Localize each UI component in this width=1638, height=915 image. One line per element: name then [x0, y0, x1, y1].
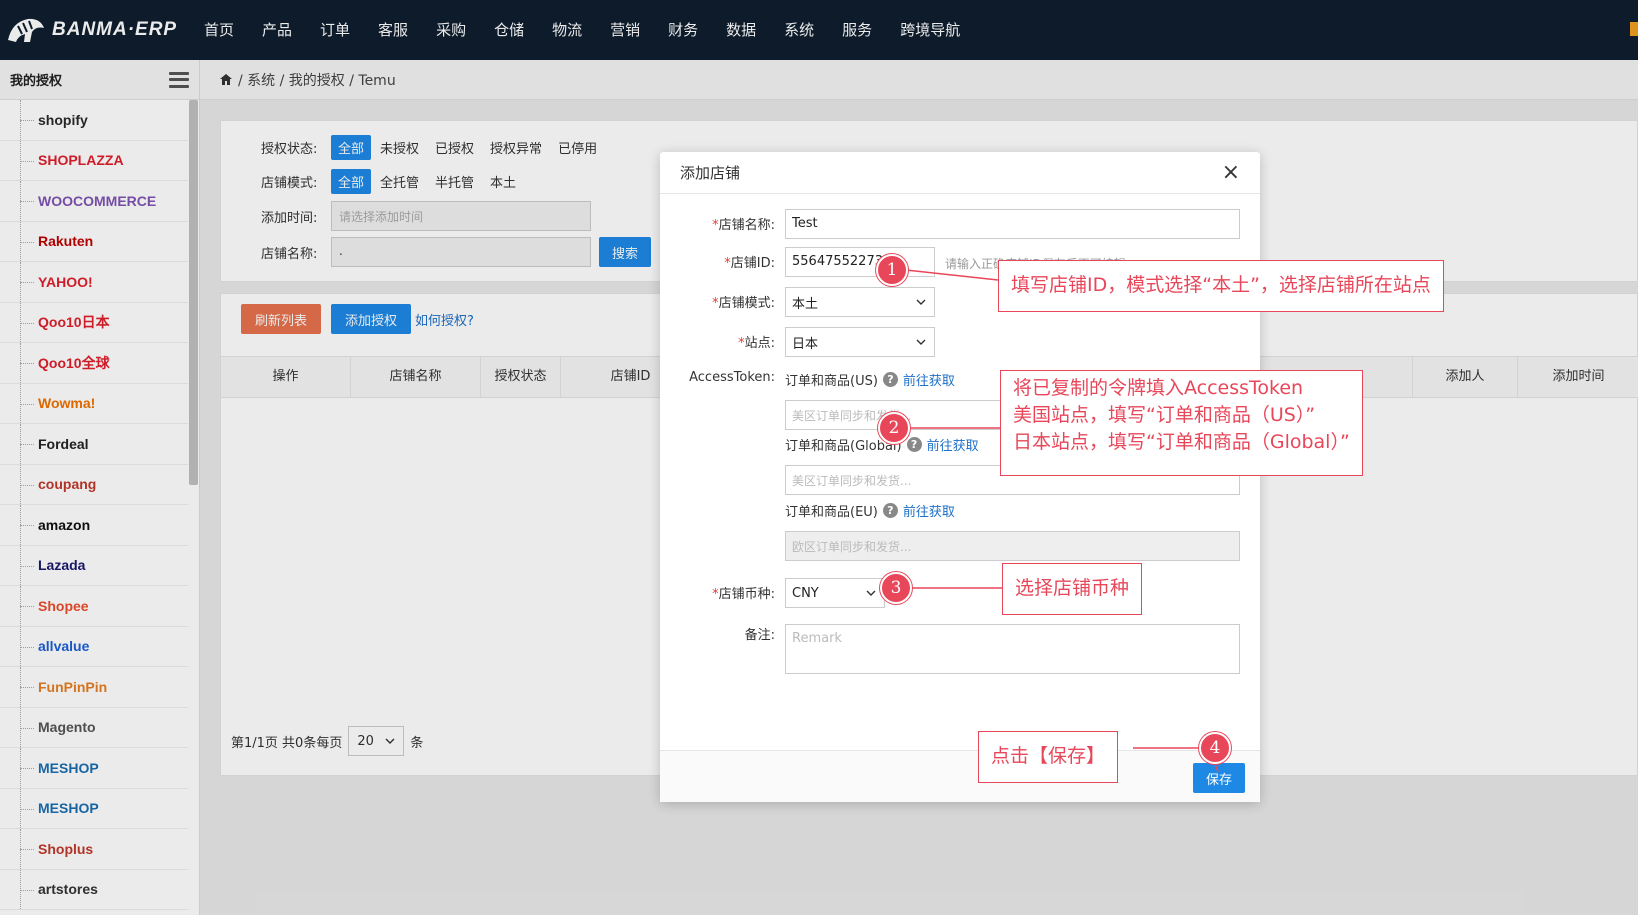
- site-select[interactable]: 日本: [785, 327, 935, 357]
- remark-textarea[interactable]: Remark: [785, 624, 1240, 674]
- token-eu-input: 欧区订单同步和发货...: [785, 531, 1240, 561]
- remark-label: 备注:: [744, 628, 775, 643]
- chevron-down-icon: [916, 339, 926, 345]
- shop-name-label: *店铺名称:: [712, 218, 775, 233]
- token-eu-get-link[interactable]: 前往获取: [903, 501, 955, 520]
- help-icon[interactable]: ?: [882, 372, 898, 387]
- save-button[interactable]: 保存: [1193, 763, 1245, 793]
- modal-footer: 保存: [660, 750, 1260, 802]
- annotation-step-2-line: 将已复制的令牌填入AccessToken: [1013, 377, 1304, 399]
- help-icon[interactable]: ?: [906, 437, 922, 452]
- shop-mode-label: *店铺模式:: [712, 296, 775, 311]
- shop-id-label: *店铺ID:: [724, 256, 775, 271]
- modal-header: 添加店铺 ×: [660, 152, 1260, 194]
- site-label: *站点:: [738, 336, 775, 351]
- annotation-step-1: 填写店铺ID，模式选择“本土”，选择店铺所在站点: [998, 260, 1444, 312]
- add-shop-modal: 添加店铺 × *店铺名称: Test *店铺ID: 55647552273 请输…: [660, 152, 1260, 802]
- chevron-down-icon: [916, 299, 926, 305]
- shop-name-input[interactable]: Test: [785, 209, 1240, 239]
- site-value: 日本: [792, 336, 819, 352]
- step-badge-3: 3: [880, 572, 912, 604]
- step-badge-2: 2: [878, 412, 910, 444]
- token-us-row: 订单和商品(US) ? 前往获取: [785, 370, 955, 389]
- annotation-step-2-line: 美国站点，填写“订单和商品（US）”: [1013, 404, 1316, 426]
- token-eu-label: 订单和商品(EU): [785, 505, 878, 520]
- modal-title: 添加店铺: [680, 164, 741, 182]
- step-badge-4: 4: [1199, 732, 1231, 764]
- access-token-label: AccessToken:: [689, 370, 775, 385]
- token-eu-row: 订单和商品(EU) ? 前往获取: [785, 501, 955, 520]
- annotation-step-2: 将已复制的令牌填入AccessToken 美国站点，填写“订单和商品（US）” …: [1000, 370, 1363, 476]
- currency-select[interactable]: CNY: [785, 578, 885, 608]
- currency-label: *店铺币种:: [712, 587, 775, 602]
- annotation-step-2-line: 日本站点，填写“订单和商品（Global）”: [1013, 431, 1350, 453]
- help-icon[interactable]: ?: [882, 503, 898, 518]
- annotation-step-4: 点击【保存】: [978, 731, 1119, 783]
- token-us-get-link[interactable]: 前往获取: [903, 370, 955, 389]
- token-global-get-link[interactable]: 前往获取: [927, 435, 979, 454]
- close-icon[interactable]: ×: [1222, 161, 1240, 184]
- currency-value: CNY: [792, 585, 819, 601]
- step-badge-1: 1: [876, 254, 908, 286]
- shop-id-input[interactable]: 55647552273: [785, 247, 935, 277]
- shop-mode-select[interactable]: 本土: [785, 287, 935, 317]
- annotation-step-3: 选择店铺币种: [1002, 563, 1143, 615]
- token-us-label: 订单和商品(US): [785, 374, 878, 389]
- chevron-down-icon: [866, 590, 876, 596]
- shop-mode-value: 本土: [792, 296, 819, 312]
